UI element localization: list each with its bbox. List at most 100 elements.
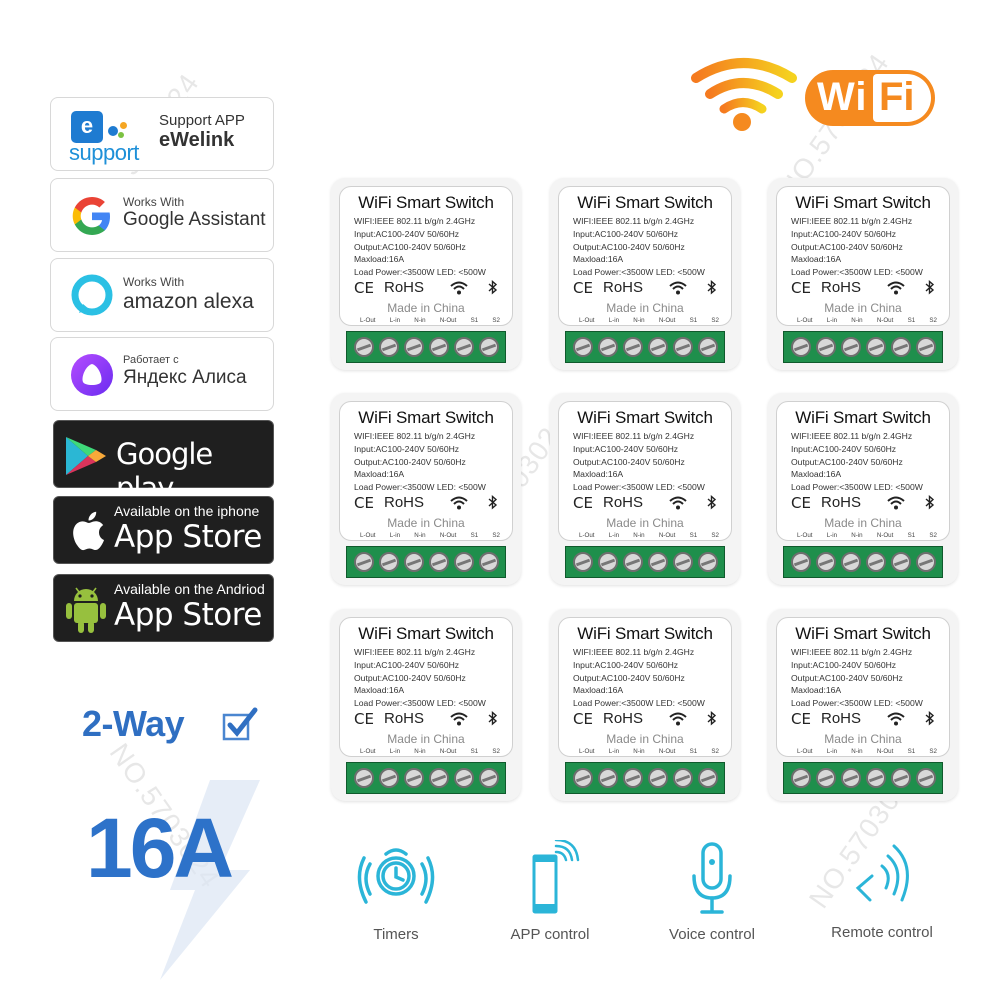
terminal-labels: L-Out L-in N-in N-Out S1 S2 <box>579 532 719 539</box>
spec-line: Maxload:16A <box>573 469 624 480</box>
feature-label: APP control <box>510 926 590 943</box>
ewelink-logo-letter: e <box>71 111 103 143</box>
terminal-screw <box>865 337 886 357</box>
terminal-label: N-Out <box>658 317 676 324</box>
alexa-ring-icon <box>69 273 115 319</box>
terminal-screw <box>478 552 499 572</box>
bluetooth-icon <box>488 495 498 510</box>
certification-marks: CE RoHS <box>573 710 723 728</box>
feature-label: Remote control <box>831 924 933 941</box>
smart-switch-module: WiFi Smart Switch WIFI:IEEE 802.11 b/g/n … <box>550 609 740 801</box>
switch-specs: WIFI:IEEE 802.11 b/g/n 2.4GHz Input:AC100… <box>354 430 486 494</box>
terminal-label: S2 <box>711 748 719 755</box>
spec-line: Output:AC100-240V 50/60Hz <box>573 241 685 252</box>
wifi-icon <box>669 496 687 510</box>
made-in-label: Made in China <box>387 301 465 315</box>
switch-label-plate: WiFi Smart Switch WIFI:IEEE 802.11 b/g/n … <box>339 401 513 541</box>
terminal-label: S1 <box>470 317 479 324</box>
terminal-screw <box>815 552 836 572</box>
spec-line: Input:AC100-240V 50/60Hz <box>354 228 460 239</box>
spec-line: Load Power:<3500W LED: <500W <box>354 482 486 493</box>
wifi-logo-badge: Wi Fi <box>805 70 935 126</box>
wifi-icon <box>887 496 905 510</box>
smart-switch-module: WiFi Smart Switch WIFI:IEEE 802.11 b/g/n … <box>768 393 958 585</box>
spec-line: Input:AC100-240V 50/60Hz <box>354 443 460 454</box>
terminal-block <box>565 762 725 794</box>
switch-title: WiFi Smart Switch <box>358 193 494 212</box>
spec-line: Input:AC100-240V 50/60Hz <box>573 228 679 239</box>
rohs-mark: RoHS <box>384 710 425 727</box>
switch-specs: WIFI:IEEE 802.11 b/g/n 2.4GHz Input:AC100… <box>354 646 486 710</box>
rohs-mark: RoHS <box>603 494 644 511</box>
switch-specs: WIFI:IEEE 802.11 b/g/n 2.4GHz Input:AC100… <box>791 215 923 279</box>
terminal-labels: L-Out L-in N-in N-Out S1 S2 <box>360 748 500 755</box>
spec-line: Input:AC100-240V 50/60Hz <box>791 443 897 454</box>
logo-dot <box>120 122 127 129</box>
google-play-badge[interactable]: Google play <box>53 420 274 505</box>
made-in-label: Made in China <box>606 301 684 315</box>
terminal-screw <box>865 768 886 788</box>
ce-mark: CE <box>791 494 811 512</box>
terminal-screw <box>622 552 643 572</box>
spec-line: WIFI:IEEE 802.11 b/g/n 2.4GHz <box>354 216 476 226</box>
alexa-caption: Works With <box>123 275 185 289</box>
spec-line: Maxload:16A <box>573 685 624 696</box>
terminal-label: S2 <box>492 532 500 539</box>
terminal-label: L-Out <box>579 532 595 539</box>
spec-line: Load Power:<3500W LED: <500W <box>354 698 486 709</box>
certification-marks: CE RoHS <box>573 279 723 297</box>
switch-label-plate: WiFi Smart Switch WIFI:IEEE 802.11 b/g/n … <box>339 186 513 326</box>
terminal-label: N-Out <box>439 317 457 324</box>
spec-line: Input:AC100-240V 50/60Hz <box>791 228 897 239</box>
terminal-screw <box>478 768 499 788</box>
spec-line: Output:AC100-240V 50/60Hz <box>791 456 903 467</box>
google-g-icon <box>69 193 115 239</box>
spec-line: Maxload:16A <box>354 685 405 696</box>
terminal-block <box>783 762 943 794</box>
rohs-mark: RoHS <box>821 710 862 727</box>
smart-switch-module: WiFi Smart Switch WIFI:IEEE 802.11 b/g/n … <box>331 609 521 801</box>
terminal-label: L-Out <box>797 532 813 539</box>
remote-signal-icon <box>855 844 909 902</box>
terminal-screw <box>478 337 499 357</box>
terminal-label: N-Out <box>658 748 676 755</box>
terminal-label: N-in <box>851 532 863 539</box>
terminal-label: N-in <box>633 532 645 539</box>
terminal-screw <box>428 768 449 788</box>
wifi-logo-wi: Wi <box>817 75 868 119</box>
terminal-screw <box>672 768 693 788</box>
alexa-name: amazon alexa <box>123 290 254 314</box>
android-store-name: App Store <box>114 597 262 633</box>
made-in-label: Made in China <box>387 732 465 746</box>
certification-marks: CE RoHS <box>354 279 504 297</box>
terminal-label: L-Out <box>579 317 595 324</box>
android-app-store-badge[interactable]: Available on the Andriod App Store <box>53 574 274 642</box>
terminal-screw <box>647 768 668 788</box>
terminal-labels: L-Out L-in N-in N-Out S1 S2 <box>797 532 937 539</box>
switch-title: WiFi Smart Switch <box>577 408 713 427</box>
wifi-icon <box>450 712 468 726</box>
spec-line: Maxload:16A <box>354 469 405 480</box>
android-icon <box>66 587 106 633</box>
terminal-label: S2 <box>492 317 500 324</box>
certification-marks: CE RoHS <box>791 494 941 512</box>
ce-mark: CE <box>573 710 593 728</box>
feature-voice-control: Voice control <box>642 840 782 943</box>
wifi-logo-fi: Fi <box>879 75 915 119</box>
terminal-screw <box>865 552 886 572</box>
spec-line: Load Power:<3500W LED: <500W <box>791 482 923 493</box>
ce-mark: CE <box>354 279 374 297</box>
terminal-label: S1 <box>907 317 916 324</box>
terminal-label: L-Out <box>797 317 813 324</box>
google-play-icon <box>66 437 106 475</box>
made-in-label: Made in China <box>606 516 684 530</box>
terminal-label: N-in <box>633 317 645 324</box>
spec-line: WIFI:IEEE 802.11 b/g/n 2.4GHz <box>354 647 476 657</box>
spec-line: WIFI:IEEE 802.11 b/g/n 2.4GHz <box>791 647 913 657</box>
ios-app-store-badge[interactable]: Available on the iphone App Store <box>53 496 274 564</box>
switch-specs: WIFI:IEEE 802.11 b/g/n 2.4GHz Input:AC100… <box>573 215 705 279</box>
terminal-label: L-in <box>826 748 838 755</box>
terminal-label: L-Out <box>797 748 813 755</box>
wifi-icon <box>669 712 687 726</box>
terminal-screw <box>403 768 424 788</box>
